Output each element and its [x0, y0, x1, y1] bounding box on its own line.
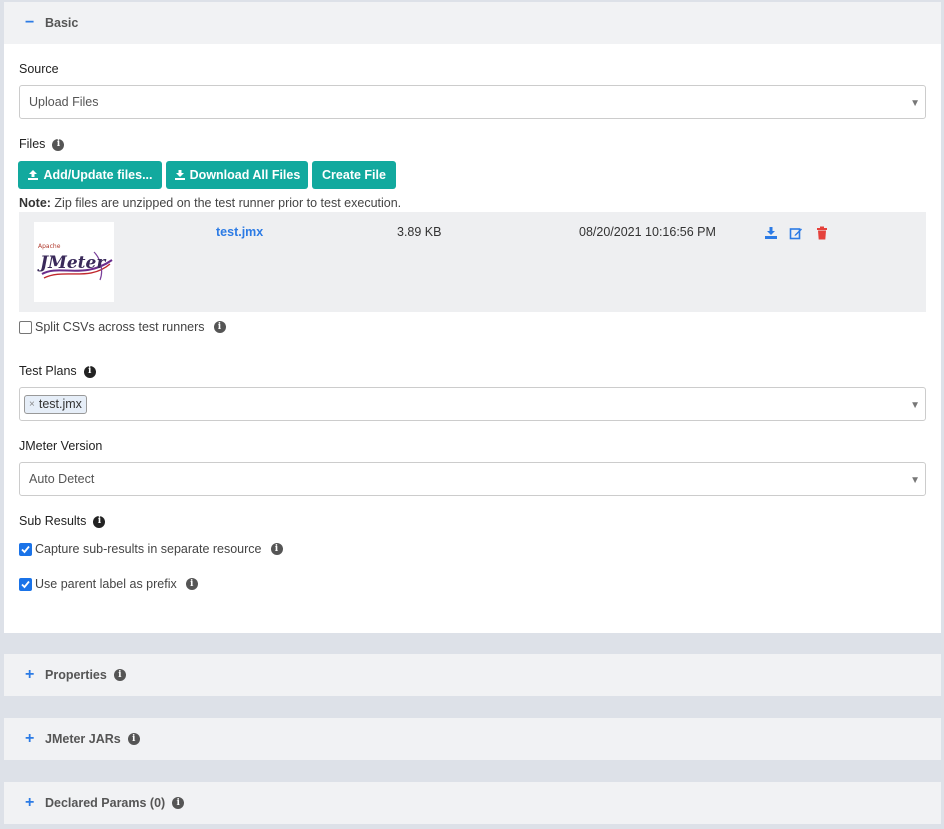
test-plan-tag: × test.jmx — [24, 394, 87, 414]
info-icon[interactable]: i — [113, 669, 126, 681]
info-icon[interactable]: i — [83, 365, 96, 378]
info-icon[interactable]: i — [52, 138, 65, 151]
parent-prefix-row: Use parent label as prefix i — [19, 577, 198, 591]
sub-results-label-text: Sub Results — [19, 514, 87, 528]
jmeter-jars-panel-header[interactable]: + JMeter JARs i — [4, 718, 941, 760]
capture-subresults-label: Capture sub-results in separate resource — [35, 542, 262, 556]
download-all-files-label: Download All Files — [189, 168, 301, 182]
info-icon[interactable]: i — [127, 733, 140, 745]
declared-params-panel: + Declared Params (0) i — [4, 782, 941, 824]
parent-prefix-checkbox[interactable] — [19, 577, 32, 591]
declared-params-panel-title: Declared Params (0) — [45, 796, 166, 810]
logo-big-text: JMeter — [37, 253, 106, 273]
download-icon[interactable] — [764, 226, 778, 240]
collapse-icon[interactable]: − — [25, 14, 45, 32]
test-plans-label-text: Test Plans — [19, 364, 77, 378]
table-row: Apache JMeter test.jmx 3.89 KB 08/20/202… — [19, 212, 926, 312]
file-date: 08/20/2021 10:16:56 PM — [579, 225, 716, 239]
test-plan-tag-label: test.jmx — [38, 397, 82, 411]
info-icon[interactable]: i — [213, 321, 226, 333]
file-size: 3.89 KB — [397, 225, 442, 239]
jmeter-version-label: JMeter Version — [19, 439, 103, 453]
parent-prefix-label: Use parent label as prefix — [35, 577, 177, 591]
jmeter-jars-panel: + JMeter JARs i — [4, 718, 941, 760]
chevron-down-icon: ▼ — [910, 475, 920, 486]
check-icon — [21, 545, 30, 553]
create-file-button[interactable]: Create File — [312, 161, 396, 189]
test-plans-label: Test Plans i — [19, 364, 96, 378]
split-csv-label: Split CSVs across test runners — [35, 320, 205, 334]
edit-icon[interactable] — [789, 226, 803, 240]
split-csv-checkbox[interactable] — [19, 320, 32, 334]
upload-icon — [28, 170, 39, 180]
source-label: Source — [19, 62, 59, 76]
add-update-files-button[interactable]: Add/Update files... — [18, 161, 162, 189]
download-all-files-button[interactable]: Download All Files — [166, 161, 308, 189]
files-label-text: Files — [19, 137, 46, 151]
note-text: Zip files are unzipped on the test runne… — [50, 196, 402, 210]
basic-panel: − Basic Source Upload Files ▼ Files i Add… — [4, 2, 941, 633]
split-csv-checkbox-row: Split CSVs across test runners i — [19, 320, 226, 334]
source-select[interactable]: Upload Files ▼ — [19, 85, 926, 119]
declared-params-panel-header[interactable]: + Declared Params (0) i — [4, 782, 941, 824]
expand-icon[interactable]: + — [25, 666, 45, 684]
properties-panel: + Properties i — [4, 654, 941, 696]
properties-panel-header[interactable]: + Properties i — [4, 654, 941, 696]
jmeter-version-select[interactable]: Auto Detect ▼ — [19, 462, 926, 496]
basic-panel-header[interactable]: − Basic — [4, 2, 941, 44]
info-icon[interactable]: i — [270, 543, 283, 555]
test-plans-multiselect[interactable]: × test.jmx ▼ — [19, 387, 926, 421]
create-file-label: Create File — [322, 168, 386, 182]
basic-panel-title: Basic — [45, 16, 79, 30]
logo-small-text: Apache — [38, 243, 61, 250]
files-label: Files i — [19, 137, 65, 151]
expand-icon[interactable]: + — [25, 794, 45, 812]
jmeter-version-value: Auto Detect — [29, 472, 95, 486]
tag-remove-icon[interactable]: × — [29, 399, 35, 410]
info-icon[interactable]: i — [185, 578, 198, 590]
check-icon — [21, 580, 30, 588]
sub-results-label: Sub Results i — [19, 514, 106, 528]
info-icon[interactable]: i — [172, 797, 185, 809]
jmeter-logo: Apache JMeter — [34, 222, 114, 302]
note-prefix: Note: — [19, 196, 51, 210]
info-icon[interactable]: i — [93, 515, 106, 528]
source-select-value: Upload Files — [29, 95, 99, 109]
capture-subresults-row: Capture sub-results in separate resource… — [19, 542, 283, 556]
properties-panel-title: Properties — [45, 668, 107, 682]
capture-subresults-checkbox[interactable] — [19, 542, 32, 556]
download-icon — [174, 170, 185, 180]
trash-icon[interactable] — [815, 226, 829, 240]
add-update-files-label: Add/Update files... — [43, 168, 153, 182]
expand-icon[interactable]: + — [25, 730, 45, 748]
jmeter-jars-panel-title: JMeter JARs — [45, 732, 121, 746]
chevron-down-icon: ▼ — [910, 98, 920, 109]
zip-note: Note: Zip files are unzipped on the test… — [19, 196, 401, 210]
file-name-link[interactable]: test.jmx — [216, 225, 263, 239]
chevron-down-icon: ▼ — [910, 400, 920, 411]
